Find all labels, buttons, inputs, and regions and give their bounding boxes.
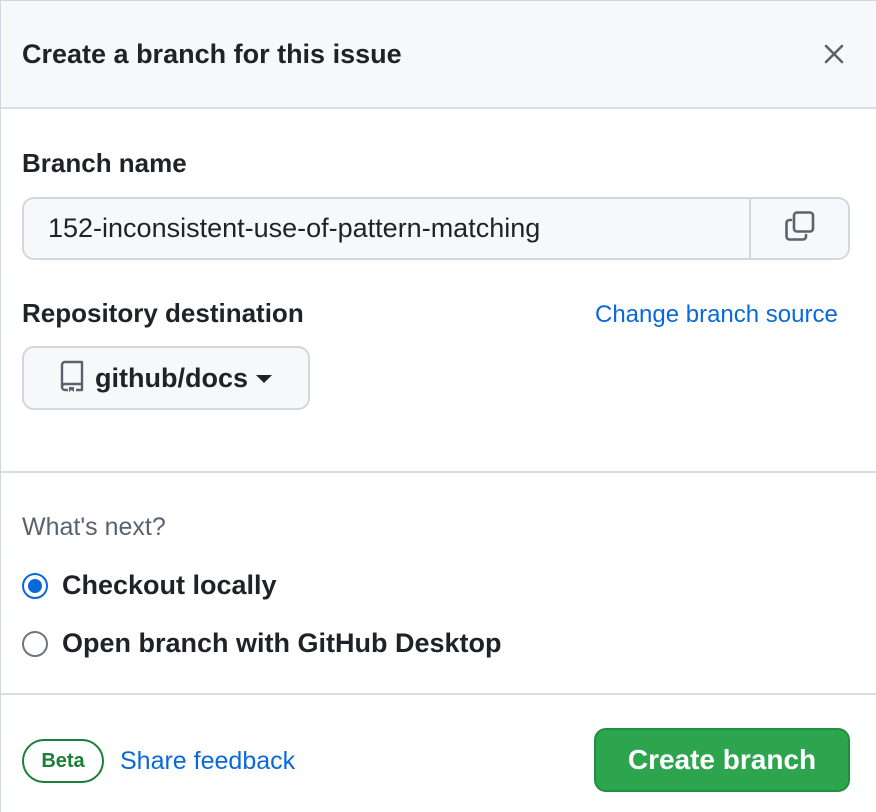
beta-badge: Beta [22, 739, 104, 783]
whats-next-heading: What's next? [22, 513, 166, 541]
open-github-desktop-option[interactable]: Open branch with GitHub Desktop [22, 628, 502, 659]
footer-divider [1, 693, 876, 695]
create-branch-dialog: Create a branch for this issue Branch na… [0, 0, 876, 812]
share-feedback-link[interactable]: Share feedback [120, 747, 295, 776]
branch-name-input[interactable] [24, 199, 751, 258]
repository-destination-label: Repository destination [22, 298, 304, 328]
branch-name-field-group [22, 197, 850, 260]
change-branch-source-link[interactable]: Change branch source [595, 301, 838, 329]
repository-name: github/docs [95, 362, 248, 393]
dialog-header: Create a branch for this issue [1, 1, 876, 109]
checkout-locally-option[interactable]: Checkout locally [22, 570, 277, 601]
triangle-down-icon [255, 375, 272, 383]
repository-select-button[interactable]: github/docs [22, 346, 310, 410]
create-branch-button[interactable]: Create branch [594, 728, 850, 792]
close-button[interactable] [816, 38, 852, 74]
repo-icon [59, 360, 85, 397]
section-divider [1, 471, 876, 473]
dialog-title: Create a branch for this issue [22, 39, 402, 69]
copy-branch-name-button[interactable] [751, 199, 848, 258]
open-github-desktop-radio[interactable] [22, 630, 48, 657]
copy-icon [784, 210, 816, 247]
open-github-desktop-label: Open branch with GitHub Desktop [62, 628, 502, 658]
checkout-locally-radio[interactable] [22, 572, 48, 599]
checkout-locally-label: Checkout locally [62, 570, 277, 600]
x-icon [823, 43, 845, 70]
branch-name-label: Branch name [22, 148, 187, 178]
